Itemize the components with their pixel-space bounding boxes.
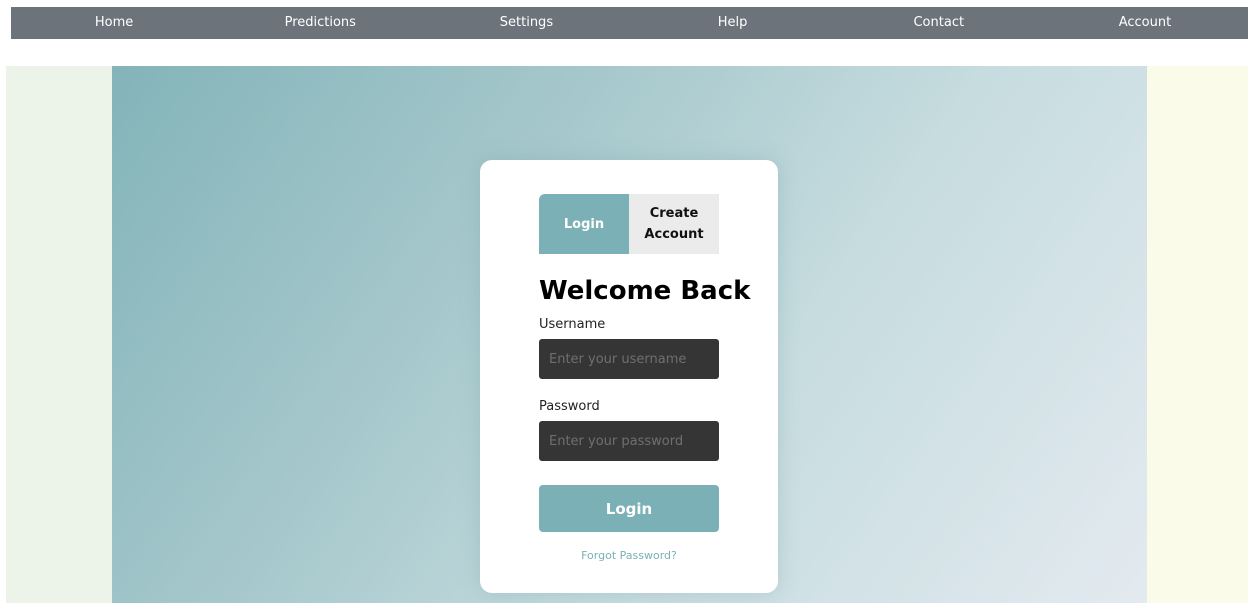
nav-contact[interactable]: Contact <box>836 7 1042 39</box>
tab-login-label: Login <box>563 216 605 232</box>
tab-create-line2: Account <box>644 227 704 242</box>
password-input[interactable] <box>539 421 719 461</box>
tab-create-account-label: Create Account <box>644 203 703 245</box>
top-navbar: Home Predictions Settings Help Contact A… <box>11 7 1248 39</box>
forgot-password-link[interactable]: Forgot Password? <box>480 549 778 562</box>
nav-home[interactable]: Home <box>11 7 217 39</box>
nav-predictions[interactable]: Predictions <box>217 7 423 39</box>
auth-card: Login Create Account Welcome Back Userna… <box>480 160 778 593</box>
username-label: Username <box>539 317 606 332</box>
page-title: Welcome Back <box>539 276 751 306</box>
tab-login[interactable]: Login <box>539 194 629 254</box>
password-label: Password <box>539 399 600 414</box>
nav-settings[interactable]: Settings <box>423 7 629 39</box>
username-input[interactable] <box>539 339 719 379</box>
login-button[interactable]: Login <box>539 485 719 532</box>
right-background-panel <box>1147 66 1248 603</box>
left-background-panel <box>6 66 112 603</box>
auth-tabs: Login Create Account <box>539 194 719 254</box>
tab-create-account[interactable]: Create Account <box>629 194 719 254</box>
nav-account[interactable]: Account <box>1042 7 1248 39</box>
tab-create-line1: Create <box>649 206 699 221</box>
nav-help[interactable]: Help <box>630 7 836 39</box>
